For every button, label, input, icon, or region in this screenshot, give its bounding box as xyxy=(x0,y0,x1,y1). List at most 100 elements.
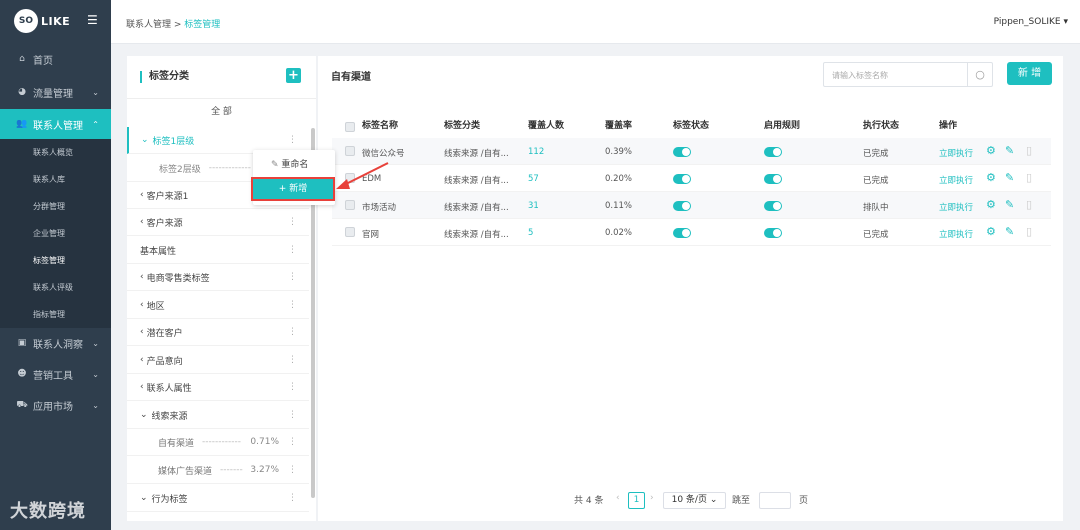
nav-home[interactable]: ⌂ 首页 xyxy=(0,44,111,74)
tree-item[interactable]: ‹ 电商零售类标签 ⋮ xyxy=(127,264,309,291)
tree-item[interactable]: ‹ 地区 ⋮ xyxy=(127,292,309,319)
column-header: 启用规则 xyxy=(764,121,801,131)
trash-icon[interactable]: ▯ xyxy=(1026,172,1032,183)
run-now-link[interactable]: 立即执行 xyxy=(939,228,973,240)
more-icon[interactable]: ⋮ xyxy=(288,382,297,392)
tree-item[interactable]: ‹ 产品意向 ⋮ xyxy=(127,347,309,374)
nav-traffic[interactable]: ◕ 流量管理 ⌄ xyxy=(0,77,111,107)
page-size-select[interactable]: 10 条/页 ⌄ xyxy=(663,492,726,509)
chevron-left-icon: ‹ xyxy=(140,300,144,310)
collapse-menu-icon[interactable]: ☰ xyxy=(87,13,98,27)
more-icon[interactable]: ⋮ xyxy=(288,465,297,475)
more-icon[interactable]: ⋮ xyxy=(288,410,297,420)
more-icon[interactable]: ⋮ xyxy=(288,300,297,310)
edit-icon[interactable]: ✎ xyxy=(1005,199,1014,210)
more-icon[interactable]: ⋮ xyxy=(288,437,297,447)
user-menu[interactable]: Pippen_SOLIKE ▾ xyxy=(994,17,1068,27)
rule-enabled-toggle[interactable] xyxy=(764,228,782,238)
row-checkbox[interactable] xyxy=(345,146,355,156)
row-checkbox[interactable] xyxy=(345,227,355,237)
more-icon[interactable]: ⋮ xyxy=(288,493,297,503)
edit-icon[interactable]: ✎ xyxy=(1005,172,1014,183)
next-page-icon[interactable]: › xyxy=(650,493,654,503)
tag-status-toggle[interactable] xyxy=(673,147,691,157)
top-bar: 联系人管理 > 标签管理 Pippen_SOLIKE ▾ xyxy=(111,0,1080,44)
add-category-button[interactable]: + xyxy=(286,68,301,83)
trash-icon[interactable]: ▯ xyxy=(1026,199,1032,210)
more-icon[interactable]: ⋮ xyxy=(288,355,297,365)
page-number[interactable]: 1 xyxy=(628,492,645,509)
subnav-rating[interactable]: 联系人评级 xyxy=(0,274,111,301)
nav-contacts[interactable]: 👥 联系人管理 ⌃ xyxy=(0,109,111,139)
tree-item[interactable]: ‹ 潜在客户 ⋮ xyxy=(127,319,309,346)
coverage-count[interactable]: 5 xyxy=(528,228,533,238)
subnav-companies[interactable]: 企业管理 xyxy=(0,220,111,247)
rule-enabled-toggle[interactable] xyxy=(764,201,782,211)
trash-icon[interactable]: ▯ xyxy=(1026,226,1032,237)
coverage-count[interactable]: 31 xyxy=(528,201,539,211)
more-icon[interactable]: ⋮ xyxy=(288,272,297,282)
tree-item[interactable]: 基本属性 ⋮ xyxy=(127,237,309,264)
chevron-left-icon: ‹ xyxy=(140,272,144,282)
run-now-link[interactable]: 立即执行 xyxy=(939,174,973,186)
exec-status: 已完成 xyxy=(863,149,889,159)
more-icon[interactable]: ⋮ xyxy=(288,217,297,227)
more-icon[interactable]: ⋮ xyxy=(288,245,297,255)
subnav-tags[interactable]: 标签管理 xyxy=(0,247,111,274)
new-tag-button[interactable]: 新 增 xyxy=(1007,62,1052,85)
coverage-count[interactable]: 112 xyxy=(528,147,544,157)
tree-label: 地区 xyxy=(146,301,165,312)
run-now-link[interactable]: 立即执行 xyxy=(939,147,973,159)
gear-icon[interactable]: ⚙ xyxy=(986,172,996,183)
nav-label: 营销工具 xyxy=(33,370,73,382)
select-all-checkbox[interactable] xyxy=(345,122,355,132)
tree-item[interactable]: ‹ 客户来源 ⋮ xyxy=(127,209,309,236)
subnav-contact-library[interactable]: 联系人库 xyxy=(0,166,111,193)
tree-item[interactable]: ⌄ 线索来源 ⋮ xyxy=(127,402,309,429)
edit-icon[interactable]: ✎ xyxy=(1005,145,1014,156)
coverage-rate: 0.20% xyxy=(605,174,633,184)
more-icon[interactable]: ⋮ xyxy=(288,135,297,145)
table-row: EDM 线索来源 /自有... 57 0.20% 已完成 立即执行 ⚙ ✎ ▯ xyxy=(332,165,1051,192)
tree-all[interactable]: 全 部 xyxy=(127,100,316,124)
more-icon[interactable]: ⋮ xyxy=(288,327,297,337)
subnav-contact-overview[interactable]: 联系人概览 xyxy=(0,139,111,166)
subnav-metrics[interactable]: 指标管理 xyxy=(0,301,111,328)
goto-page-input[interactable] xyxy=(759,492,791,509)
search-input[interactable]: 请输入标签名称 ○ xyxy=(823,62,993,87)
trash-icon[interactable]: ▯ xyxy=(1026,145,1032,156)
column-header: 标签状态 xyxy=(673,121,710,131)
rule-enabled-toggle[interactable] xyxy=(764,174,782,184)
nav-app-market[interactable]: ⛟ 应用市场 ⌄ xyxy=(0,390,111,420)
row-checkbox[interactable] xyxy=(345,173,355,183)
tag-status-toggle[interactable] xyxy=(673,201,691,211)
search-icon[interactable]: ○ xyxy=(967,63,992,86)
table-header: 标签名称 标签分类 覆盖人数 覆盖率 标签状态 启用规则 执行状态 操作 xyxy=(332,112,1051,138)
rename-menu-item[interactable]: ✎ 重命名 xyxy=(271,157,308,170)
subnav-segments[interactable]: 分群管理 xyxy=(0,193,111,220)
tree-item-child[interactable]: 媒体广告渠道 ------- 3.27% ⋮ xyxy=(127,457,309,484)
column-header: 执行状态 xyxy=(863,121,900,131)
chevron-down-icon: ⌄ xyxy=(140,493,148,503)
tag-category: 线索来源 /自有... xyxy=(444,149,509,159)
gear-icon[interactable]: ⚙ xyxy=(986,199,996,210)
coverage-percent: 0.71% xyxy=(250,437,279,447)
tag-status-toggle[interactable] xyxy=(673,174,691,184)
gear-icon[interactable]: ⚙ xyxy=(986,145,996,156)
tree-item-child[interactable]: 自有渠道 ------------ 0.71% ⋮ xyxy=(127,429,309,456)
nav-insights[interactable]: ▣ 联系人洞察 ⌄ xyxy=(0,328,111,358)
tree-item[interactable]: ‹ 联系人属性 ⋮ xyxy=(127,374,309,401)
tag-status-toggle[interactable] xyxy=(673,228,691,238)
nav-marketing[interactable]: ☻ 营销工具 ⌄ xyxy=(0,359,111,389)
edit-icon[interactable]: ✎ xyxy=(1005,226,1014,237)
logo[interactable]: SO LIKE xyxy=(14,9,70,33)
breadcrumb-parent[interactable]: 联系人管理 xyxy=(126,20,171,30)
coverage-count[interactable]: 57 xyxy=(528,174,539,184)
run-now-link[interactable]: 立即执行 xyxy=(939,201,973,213)
rule-enabled-toggle[interactable] xyxy=(764,147,782,157)
prev-page-icon[interactable]: ‹ xyxy=(616,493,620,503)
gear-icon[interactable]: ⚙ xyxy=(986,226,996,237)
tree-item[interactable]: ⌄ 行为标签 ⋮ xyxy=(127,485,309,512)
row-checkbox[interactable] xyxy=(345,200,355,210)
new-menu-item[interactable]: + 新增 xyxy=(251,177,335,201)
